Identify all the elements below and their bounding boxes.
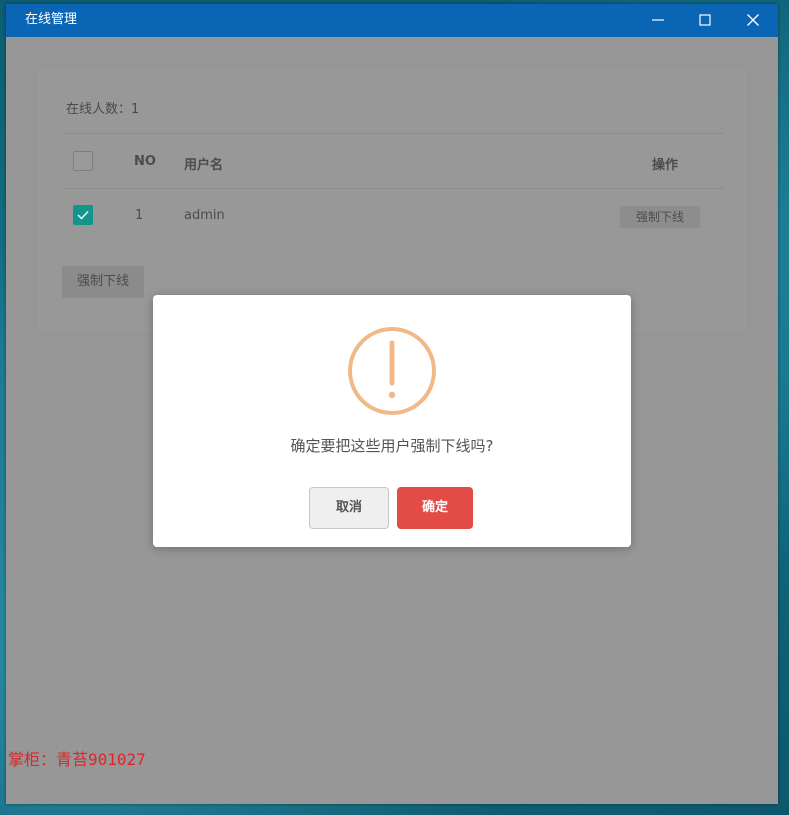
- table-header-divider: [62, 188, 724, 189]
- minimize-icon: [652, 19, 664, 21]
- table-top-divider: [62, 133, 724, 134]
- close-button[interactable]: [730, 4, 776, 37]
- dialog-message: 确定要把这些用户强制下线吗?: [290, 437, 494, 455]
- force-offline-row-button[interactable]: 强制下线: [620, 206, 700, 228]
- maximize-icon: [699, 14, 711, 26]
- online-users-panel: 在线人数：1 NO 用户名 操作 1 admin 强制下线 强制下线: [36, 67, 748, 334]
- online-count-label: 在线人数：1: [66, 102, 140, 117]
- watermark-text: 掌柜：青苔901027: [8, 750, 146, 769]
- window-title: 在线管理: [25, 12, 78, 27]
- row-checkbox[interactable]: [73, 205, 93, 225]
- confirm-button[interactable]: 确定: [397, 487, 473, 529]
- force-offline-bulk-button[interactable]: 强制下线: [62, 266, 144, 298]
- cancel-button[interactable]: 取消: [309, 487, 389, 529]
- select-all-checkbox[interactable]: [73, 151, 93, 171]
- warning-icon: [348, 327, 436, 415]
- check-icon: [77, 210, 89, 220]
- row-username: admin: [184, 208, 225, 223]
- confirm-dialog: 确定要把这些用户强制下线吗? 取消 确定: [153, 295, 631, 547]
- close-icon: [747, 14, 759, 26]
- maximize-button[interactable]: [682, 4, 728, 37]
- row-no: 1: [135, 208, 144, 223]
- minimize-button[interactable]: [635, 4, 681, 37]
- column-header-action: 操作: [652, 158, 679, 173]
- column-header-no: NO: [134, 154, 156, 169]
- window-titlebar[interactable]: 在线管理: [6, 4, 778, 37]
- column-header-username: 用户名: [184, 158, 224, 173]
